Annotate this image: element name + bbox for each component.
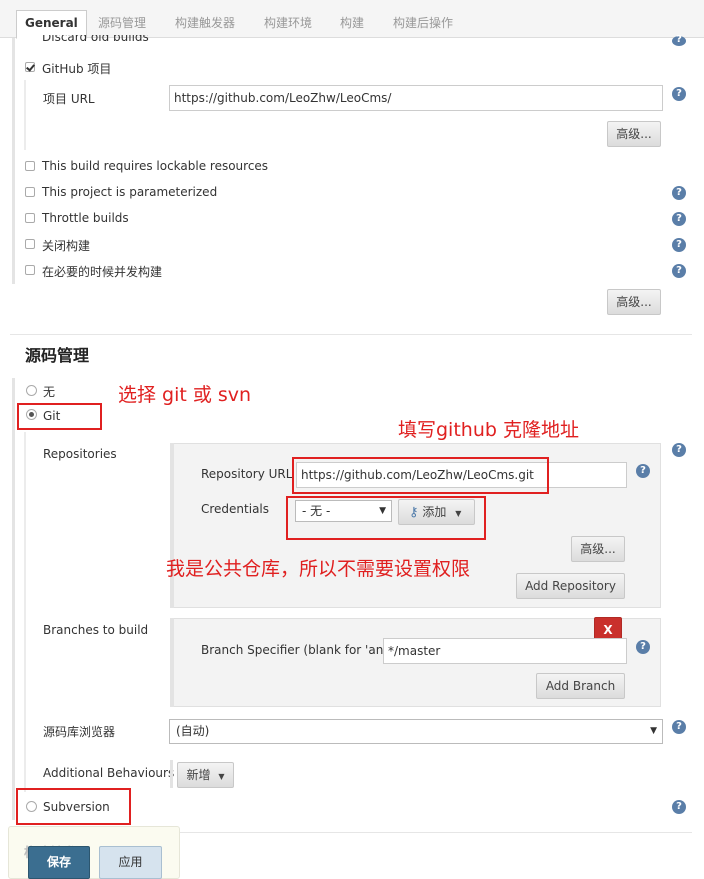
repo-browser-label: 源码库浏览器: [43, 725, 116, 739]
help-icon[interactable]: ?: [672, 238, 686, 252]
repo-url-label: Repository URL: [201, 467, 293, 481]
repositories-label: Repositories: [43, 447, 117, 461]
disable-build-label: 关闭构建: [42, 239, 91, 253]
project-url-input[interactable]: https://github.com/LeoZhw/LeoCms/: [169, 85, 663, 111]
repo-browser-select[interactable]: (自动) ▼: [169, 719, 663, 744]
add-repository-button[interactable]: Add Repository: [516, 573, 625, 599]
tab-environment[interactable]: 构建环境: [264, 14, 312, 31]
throttle-label: Throttle builds: [42, 211, 129, 225]
help-icon[interactable]: ?: [672, 800, 686, 814]
project-url-label: 项目 URL: [43, 92, 95, 106]
apply-button[interactable]: 应用: [99, 846, 162, 879]
scm-section-bar: [12, 378, 15, 820]
tab-scm[interactable]: 源码管理: [98, 14, 146, 31]
credentials-highlight-box: [286, 496, 486, 540]
lockable-label: This build requires lockable resources: [42, 159, 269, 173]
additional-behaviours-label: Additional Behaviours: [43, 766, 175, 780]
concurrent-build-label: 在必要的时候并发构建: [42, 265, 163, 279]
scm-none-label: 无: [43, 385, 56, 399]
annotation-choose: 选择 git 或 svn: [118, 384, 252, 406]
tab-post-build[interactable]: 构建后操作: [393, 14, 453, 31]
tab-triggers[interactable]: 构建触发器: [175, 14, 235, 31]
section-divider: [10, 334, 692, 335]
disable-build-checkbox[interactable]: [25, 239, 35, 249]
add-branch-button[interactable]: Add Branch: [536, 673, 625, 699]
parameterized-label: This project is parameterized: [42, 185, 218, 199]
repo-url-highlight-box: [292, 457, 549, 494]
github-project-checkbox[interactable]: [25, 62, 35, 72]
help-icon[interactable]: ?: [672, 443, 686, 457]
chevron-down-icon: ▼: [650, 726, 657, 736]
help-icon[interactable]: ?: [672, 264, 686, 278]
repo-browser-value: (自动): [176, 724, 210, 738]
help-icon[interactable]: ?: [672, 186, 686, 200]
branch-panel-bar: [170, 618, 174, 707]
git-section-bar: [24, 432, 26, 792]
branches-label: Branches to build: [43, 623, 149, 637]
help-icon[interactable]: ?: [636, 640, 650, 654]
help-icon[interactable]: ?: [672, 212, 686, 226]
lockable-checkbox[interactable]: [25, 161, 35, 171]
github-project-label: GitHub 项目: [42, 62, 112, 76]
tab-build[interactable]: 构建: [340, 14, 364, 31]
annotation-fill-url: 填写github 克隆地址: [398, 419, 579, 441]
repository-panel-bar: [170, 443, 174, 608]
tab-bar: General 源码管理 构建触发器 构建环境 构建 构建后操作: [0, 0, 704, 39]
parameterized-checkbox[interactable]: [25, 187, 35, 197]
scm-heading: 源码管理: [25, 346, 90, 365]
credentials-label: Credentials: [201, 502, 270, 516]
general-section-bar: [12, 38, 15, 284]
annotation-public-repo: 我是公共仓库，所以不需要设置权限: [166, 558, 471, 580]
caret-down-icon: ▼: [218, 772, 225, 781]
help-icon[interactable]: ?: [672, 720, 686, 734]
help-icon[interactable]: ?: [672, 87, 686, 101]
advanced-button[interactable]: 高级...: [607, 289, 661, 315]
github-project-bar: [24, 80, 26, 150]
discard-old-builds-label: Discard old builds: [42, 35, 149, 44]
git-highlight-box: [17, 403, 102, 430]
help-icon[interactable]: ?: [672, 35, 686, 46]
save-button[interactable]: 保存: [28, 846, 90, 879]
repo-advanced-button[interactable]: 高级...: [571, 536, 625, 562]
help-icon[interactable]: ?: [636, 464, 650, 478]
scm-none-radio[interactable]: [26, 385, 37, 396]
throttle-checkbox[interactable]: [25, 213, 35, 223]
branch-specifier-label: Branch Specifier (blank for 'any'): [201, 643, 399, 657]
advanced-button[interactable]: 高级...: [607, 121, 661, 147]
concurrent-build-checkbox[interactable]: [25, 265, 35, 275]
branch-specifier-input[interactable]: */master: [383, 638, 627, 664]
subversion-highlight-box: [16, 788, 131, 825]
new-behaviour-label: 新增: [186, 768, 211, 782]
new-behaviour-button[interactable]: 新增 ▼: [177, 762, 234, 788]
additional-behaviours-bar: [170, 760, 173, 788]
